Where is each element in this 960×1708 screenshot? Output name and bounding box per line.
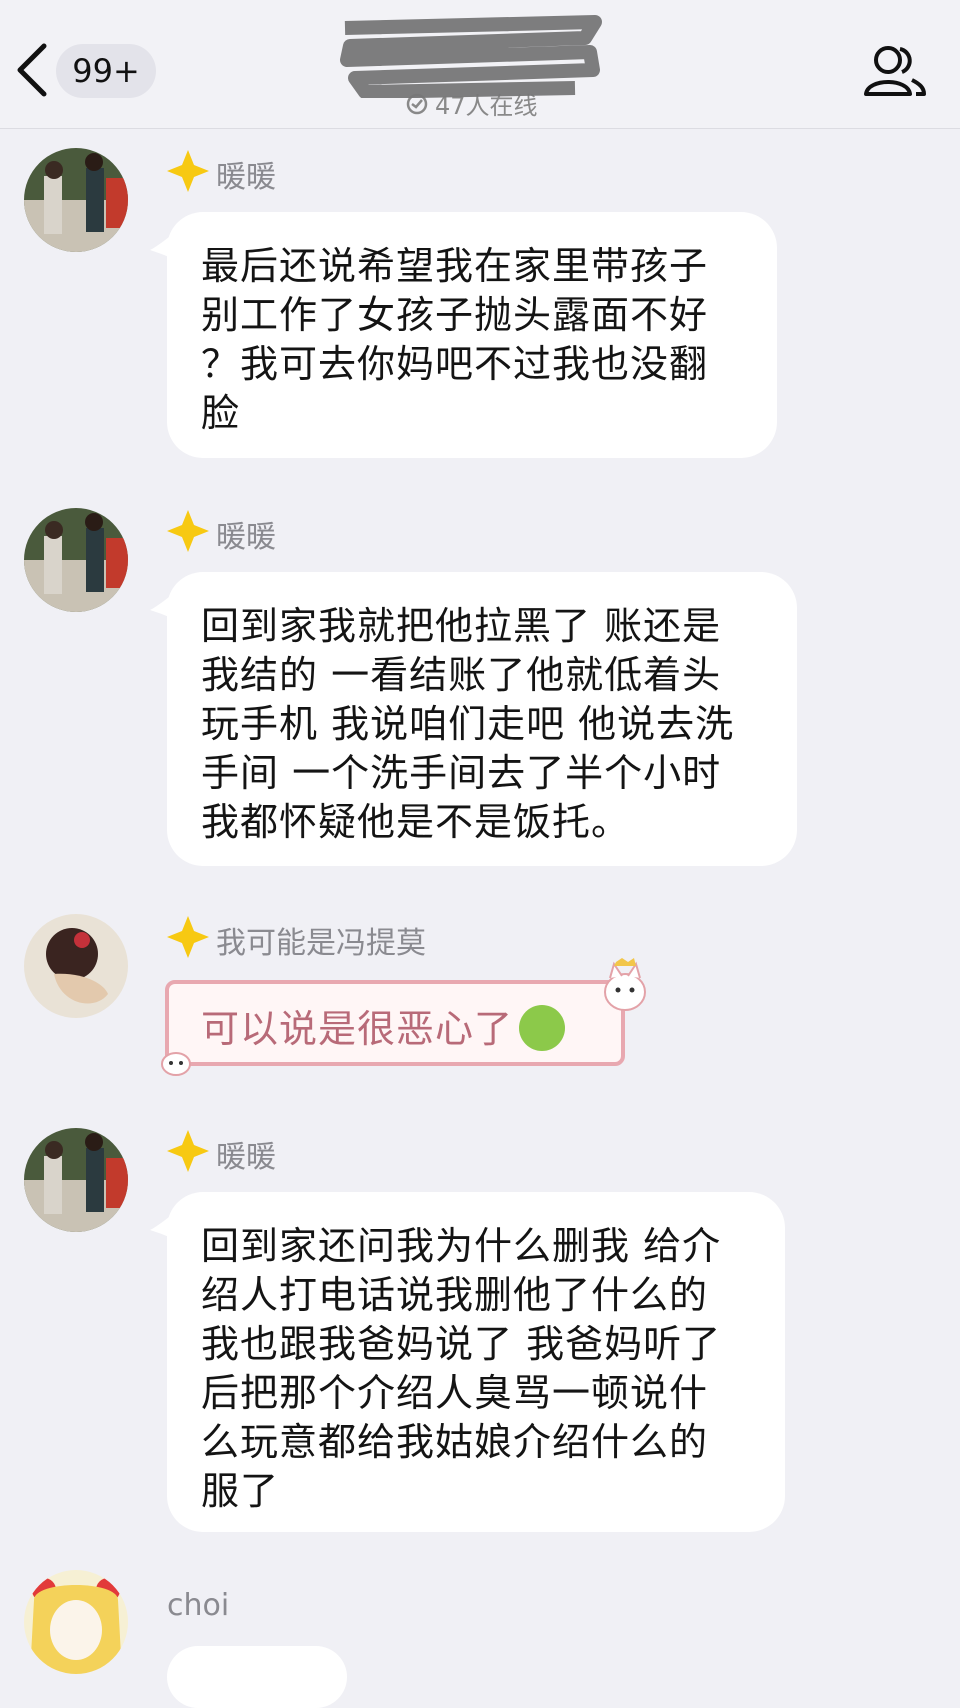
- message-text: 可以说是很恶心了: [201, 1007, 514, 1051]
- online-icon: [406, 93, 428, 114]
- sender-name: 暖暖: [216, 160, 276, 195]
- online-count: 47人在线: [405, 86, 538, 121]
- sender-name: choi: [167, 1588, 230, 1623]
- avatar[interactable]: [24, 148, 128, 252]
- chat-header: 99+ 47人在线: [0, 0, 960, 129]
- message-bubble[interactable]: 最后还说希望我在家里带孩子 别工作了女孩子抛头露面不好 ？我可去你妈吧不过我也没…: [167, 212, 777, 458]
- online-text: 47人在线: [435, 92, 538, 120]
- message-bubble[interactable]: 回到家我就把他拉黑了 账还是 我结的 一看结账了他就低着头 玩手机 我说咱们走吧…: [167, 572, 797, 866]
- vip-star-icon: [167, 916, 209, 958]
- cat-sticker-icon: [161, 1052, 191, 1076]
- vip-star-icon: [167, 150, 209, 192]
- message-bubble[interactable]: 回到家还问我为什么删我 给介 绍人打电话说我删他了什么的 我也跟我爸妈说了 我爸…: [167, 1192, 785, 1532]
- sender-name: 暖暖: [216, 1140, 276, 1175]
- back-arrow-icon[interactable]: [8, 40, 58, 100]
- unread-count-badge[interactable]: 99+: [56, 44, 156, 98]
- vip-star-icon: [167, 1130, 209, 1172]
- message-bubble[interactable]: 可以说是很恶心了: [165, 980, 625, 1066]
- avatar[interactable]: [24, 508, 128, 612]
- redacted-group-title: [340, 15, 602, 98]
- group-members-icon[interactable]: [862, 38, 928, 104]
- message-bubble[interactable]: [167, 1646, 347, 1708]
- nauseated-face-icon: [519, 1004, 566, 1051]
- sender-name: 暖暖: [216, 520, 276, 555]
- avatar[interactable]: [24, 914, 128, 1018]
- avatar[interactable]: [24, 1570, 128, 1674]
- cat-sticker-icon: [604, 958, 646, 1011]
- sender-name: 我可能是冯提莫: [216, 926, 426, 961]
- avatar[interactable]: [24, 1128, 128, 1232]
- vip-star-icon: [167, 510, 209, 552]
